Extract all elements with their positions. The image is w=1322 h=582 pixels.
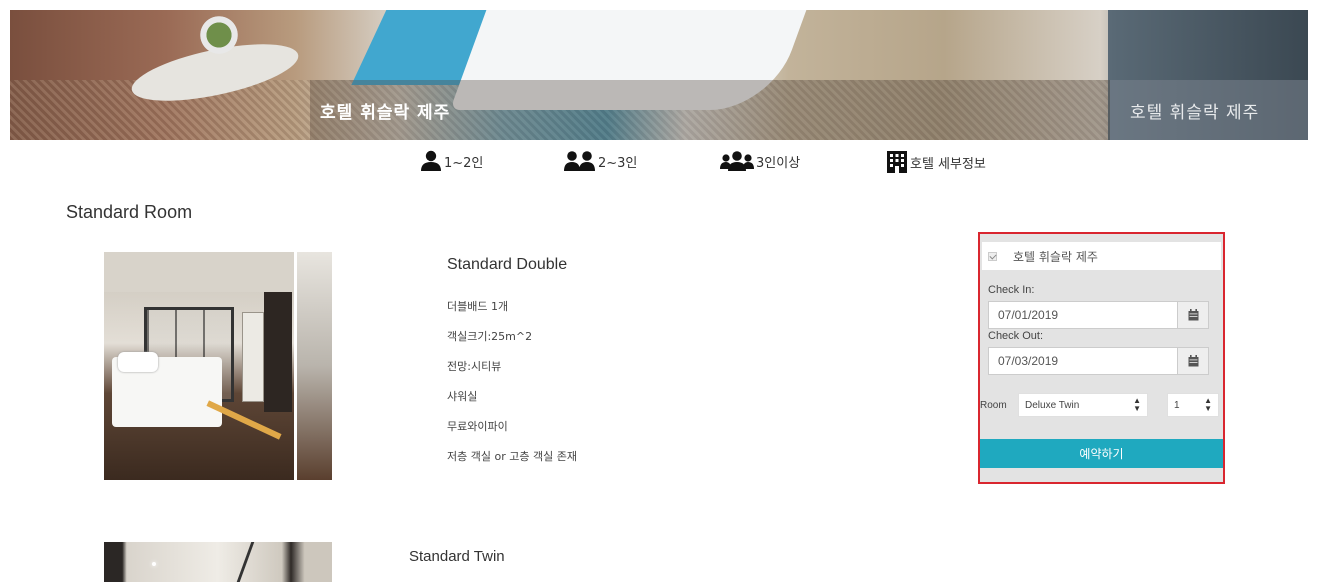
feature-item: 샤워실 [447, 390, 478, 403]
tab-2-3-persons[interactable]: 2~3인 [564, 150, 637, 172]
tab-3-plus-persons[interactable]: 3인이상 [720, 150, 800, 172]
hero-title-secondary: 호텔 휘슬락 제주 [1130, 103, 1260, 123]
tab-label: 2~3인 [598, 155, 638, 171]
check-in-group: 07/01/2019 [988, 301, 1209, 329]
feature-item: 더블배드 1개 [447, 300, 509, 313]
users-icon [564, 151, 595, 171]
room-selection-row: Room Deluxe Twin ▲ ▼ 1 ▲ ▼ [980, 392, 1223, 418]
tab-hotel-details[interactable]: 호텔 세부정보 [886, 150, 986, 174]
hotel-checkbox[interactable] [988, 251, 997, 261]
select-arrows-icon: ▲ ▼ [1204, 396, 1212, 413]
hero-plant [195, 15, 255, 55]
group-icon [720, 151, 754, 171]
room-type-tabs: 1~2인 2~3인 3인이상 호텔 세부정보 [0, 150, 1322, 180]
room-photo-standard-twin [104, 542, 332, 582]
hero-banner: 호텔 휘슬락 제주 호텔 휘슬락 제주 [10, 10, 1308, 140]
room-count-select[interactable]: 1 ▲ ▼ [1167, 393, 1219, 417]
check-in-input[interactable]: 07/01/2019 [988, 301, 1178, 329]
tab-label: 호텔 세부정보 [910, 156, 986, 172]
check-out-group: 07/03/2019 [988, 347, 1209, 375]
room-label: Room [980, 399, 1007, 411]
hotel-select-row: 호텔 휘슬락 제주 [982, 242, 1221, 270]
feature-item: 객실크기:25m^2 [447, 330, 533, 343]
select-arrows-icon: ▲ ▼ [1133, 396, 1141, 413]
check-out-input[interactable]: 07/03/2019 [988, 347, 1178, 375]
hero-title: 호텔 휘슬락 제주 [320, 103, 451, 123]
building-icon [887, 151, 907, 173]
booking-form: 호텔 휘슬락 제주 Check In: 07/01/2019 Check Out… [978, 232, 1225, 484]
hotel-name: 호텔 휘슬락 제주 [1013, 249, 1098, 264]
feature-item: 무료와이파이 [447, 420, 508, 433]
user-icon [421, 150, 441, 171]
calendar-icon[interactable] [1178, 301, 1209, 329]
room-photo-standard-double [104, 252, 332, 480]
tab-label: 3인이상 [756, 155, 801, 171]
room-name: Standard Twin [409, 548, 505, 565]
room-name: Standard Double [447, 256, 568, 273]
room-count-value: 1 [1174, 399, 1180, 411]
room-type-value: Deluxe Twin [1025, 399, 1080, 411]
tab-label: 1~2인 [444, 155, 484, 171]
check-out-label: Check Out: [988, 330, 1044, 342]
room-type-select[interactable]: Deluxe Twin ▲ ▼ [1018, 393, 1148, 417]
calendar-icon[interactable] [1178, 347, 1209, 375]
feature-item: 전망:시티뷰 [447, 360, 502, 373]
room-features: 더블배드 1개 객실크기:25m^2 전망:시티뷰 샤워실 무료와이파이 저층 … [447, 300, 577, 480]
check-in-label: Check In: [988, 284, 1035, 296]
reserve-button[interactable]: 예약하기 [980, 439, 1223, 468]
tab-1-2-persons[interactable]: 1~2인 [420, 150, 483, 172]
section-title: Standard Room [66, 202, 193, 222]
feature-item: 저층 객실 or 고층 객실 존재 [447, 450, 577, 463]
